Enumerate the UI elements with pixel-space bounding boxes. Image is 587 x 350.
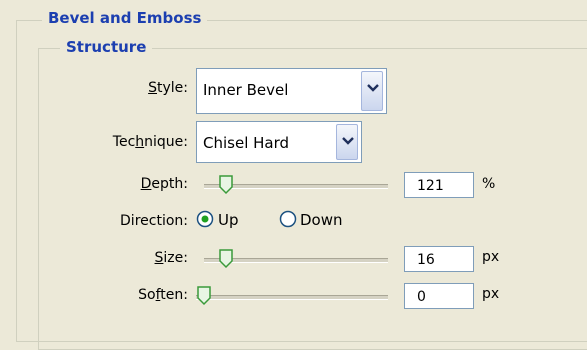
technique-value: Chisel Hard [203, 134, 290, 152]
slider-thumb-icon[interactable] [218, 249, 234, 269]
chevron-down-icon [342, 137, 354, 145]
direction-up-label[interactable]: Up [218, 211, 239, 229]
direction-label: Direction: [120, 213, 188, 229]
technique-label: Technique: [112, 134, 188, 150]
bevel-emboss-title: Bevel and Emboss [42, 9, 208, 27]
soften-unit: px [482, 286, 500, 302]
style-label: Style: [148, 80, 188, 96]
soften-label: Soften: [138, 287, 188, 303]
style-value: Inner Bevel [203, 81, 289, 99]
size-label: Size: [154, 250, 188, 266]
direction-up-radio[interactable] [196, 210, 214, 228]
soften-slider-track [196, 295, 388, 300]
size-unit: px [482, 249, 500, 265]
soften-slider[interactable] [196, 286, 388, 306]
direction-down-label[interactable]: Down [300, 211, 343, 229]
soften-input[interactable]: 0 [404, 283, 474, 309]
slider-thumb-icon[interactable] [196, 286, 212, 306]
style-dropdown[interactable]: Inner Bevel [196, 68, 387, 114]
size-slider[interactable] [204, 249, 388, 269]
direction-down-radio[interactable] [279, 210, 297, 228]
structure-title: Structure [60, 38, 153, 56]
depth-slider[interactable] [204, 175, 388, 195]
technique-dropdown[interactable]: Chisel Hard [196, 121, 362, 163]
chevron-down-icon [367, 84, 379, 92]
technique-dropdown-button[interactable] [336, 124, 358, 160]
style-dropdown-button[interactable] [361, 71, 383, 111]
slider-thumb-icon[interactable] [218, 175, 234, 195]
depth-input[interactable]: 121 [404, 172, 474, 198]
depth-unit: % [482, 176, 496, 192]
size-input[interactable]: 16 [404, 246, 474, 272]
depth-label: Depth: [140, 176, 188, 192]
